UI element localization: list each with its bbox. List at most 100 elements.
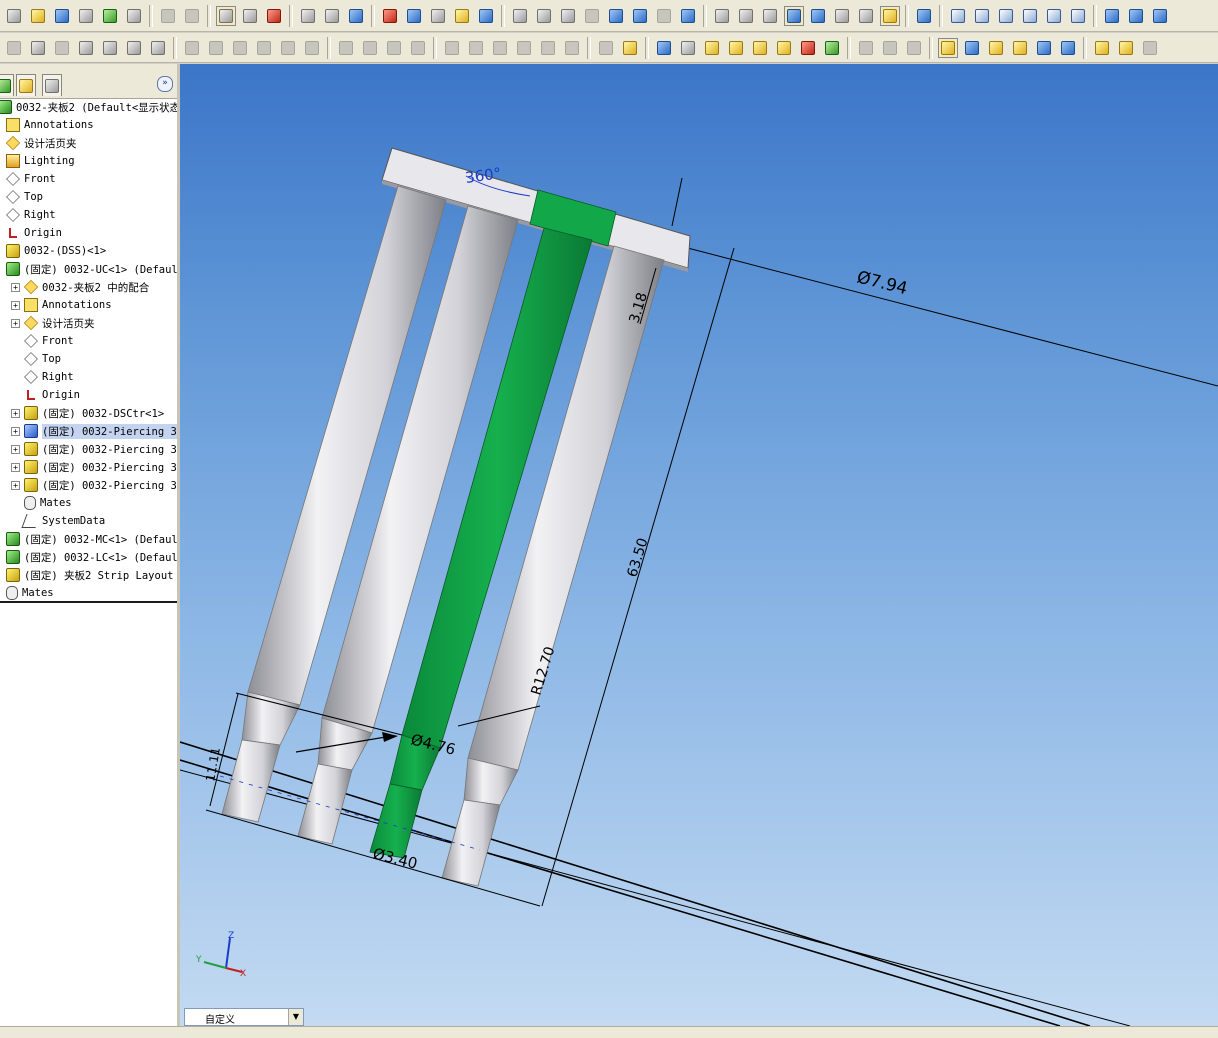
insert-bends-button[interactable] bbox=[76, 38, 96, 58]
3d-part-button[interactable] bbox=[380, 6, 400, 26]
draft-analysis-button[interactable] bbox=[278, 38, 298, 58]
scene-button[interactable] bbox=[1092, 38, 1112, 58]
feature-tree-item[interactable]: Top bbox=[6, 188, 43, 206]
feature-tree-item[interactable]: Origin bbox=[6, 224, 62, 242]
cavity-button[interactable] bbox=[408, 38, 428, 58]
end-cap-button[interactable] bbox=[514, 38, 534, 58]
feature-tree-item[interactable]: + Annotations bbox=[11, 296, 112, 314]
feature-tree-item[interactable]: Mates bbox=[11, 494, 72, 512]
expand-toggle-icon[interactable]: + bbox=[11, 318, 20, 328]
feature-tree-item[interactable]: + (固定) 0032-Piercing 3 bbox=[11, 422, 177, 440]
hide-show-button[interactable] bbox=[856, 38, 876, 58]
feature-tree-item[interactable]: (固定) 夹板2 Strip Layout bbox=[6, 566, 173, 584]
connector-button[interactable] bbox=[798, 38, 818, 58]
graphics-viewport[interactable]: 360° Ø7.94 3.18 63.50 R12.70 Ø4.76 Ø3.40… bbox=[180, 64, 1218, 1026]
front-view-button[interactable] bbox=[948, 6, 968, 26]
feature-tree-item[interactable]: (固定) 0032-UC<1> (Defaul bbox=[6, 260, 177, 278]
sketch-button[interactable] bbox=[322, 6, 342, 26]
base-flange-button[interactable] bbox=[28, 38, 48, 58]
feature-tree-item[interactable]: (固定) 0032-MC<1> (Defaul bbox=[6, 530, 177, 548]
rollback-bar[interactable] bbox=[0, 601, 177, 603]
edge-flange-button[interactable] bbox=[52, 38, 72, 58]
core-button[interactable] bbox=[254, 38, 274, 58]
open-folder-button[interactable] bbox=[28, 6, 48, 26]
weldment-button[interactable] bbox=[442, 38, 462, 58]
expand-toggle-icon[interactable]: + bbox=[11, 480, 20, 490]
redo-button[interactable] bbox=[182, 6, 202, 26]
realview-button[interactable] bbox=[856, 6, 876, 26]
structural-member-button[interactable] bbox=[466, 38, 486, 58]
expand-toggle-icon[interactable]: + bbox=[11, 300, 20, 310]
wireframe-button[interactable] bbox=[712, 6, 732, 26]
camera-button[interactable] bbox=[1140, 38, 1160, 58]
feature-tree-item[interactable]: 0032-夹板2 (Default<显示状态 bbox=[0, 98, 177, 116]
component-properties-button[interactable] bbox=[678, 38, 698, 58]
fillet-bead-button[interactable] bbox=[562, 38, 582, 58]
bottom-view-button[interactable] bbox=[1068, 6, 1088, 26]
feature-tree-item[interactable]: SystemData bbox=[11, 512, 105, 530]
horizontal-scrollbar[interactable] bbox=[0, 1026, 1218, 1038]
expand-toggle-icon[interactable]: + bbox=[11, 282, 20, 292]
parting-line-button[interactable] bbox=[206, 38, 226, 58]
appearance-edit-button[interactable] bbox=[938, 37, 958, 58]
explode-button[interactable] bbox=[596, 38, 616, 58]
section-view-button[interactable] bbox=[832, 6, 852, 26]
rotate-button[interactable] bbox=[606, 6, 626, 26]
back-view-button[interactable] bbox=[972, 6, 992, 26]
traffic-light-button[interactable] bbox=[264, 6, 284, 26]
grid-button[interactable] bbox=[298, 6, 318, 26]
change-display-button[interactable] bbox=[904, 38, 924, 58]
shaded-with-edges-button[interactable] bbox=[784, 5, 804, 26]
print-preview-button[interactable] bbox=[76, 6, 96, 26]
feature-tree-item[interactable]: + (固定) 0032-Piercing 3 bbox=[11, 458, 177, 476]
expand-toggle-icon[interactable]: + bbox=[11, 462, 20, 472]
move-component-button[interactable] bbox=[124, 38, 144, 58]
pan-button[interactable] bbox=[630, 6, 650, 26]
feature-tree-item[interactable]: Front bbox=[6, 170, 56, 188]
tab-propertymanager[interactable] bbox=[16, 74, 36, 96]
feature-tree-item[interactable]: + 设计活页夹 bbox=[11, 314, 95, 332]
feature-tree-item[interactable]: 0032-(DSS)<1> bbox=[6, 242, 106, 260]
undo-button[interactable] bbox=[158, 6, 178, 26]
select-arrow-button[interactable] bbox=[216, 5, 236, 26]
shaded-button[interactable] bbox=[808, 6, 828, 26]
assembly-features-button[interactable] bbox=[620, 38, 640, 58]
smart-mates-button[interactable] bbox=[346, 6, 366, 26]
feature-tree-item[interactable]: 设计活页夹 bbox=[5, 134, 77, 152]
undercut-button[interactable] bbox=[302, 38, 322, 58]
decal-button[interactable] bbox=[1058, 38, 1078, 58]
zoom-selection-button[interactable] bbox=[582, 6, 602, 26]
feature-tree-item[interactable]: Top bbox=[11, 350, 61, 368]
shut-off-button[interactable] bbox=[230, 38, 250, 58]
appearance-copy-button[interactable] bbox=[962, 38, 982, 58]
sheet-metal-button[interactable] bbox=[4, 38, 24, 58]
fitting-button[interactable] bbox=[774, 38, 794, 58]
route-spline-button[interactable] bbox=[750, 38, 770, 58]
zoom-area-button[interactable] bbox=[534, 6, 554, 26]
feature-tree-item[interactable]: Origin bbox=[11, 386, 80, 404]
feature-tree-item[interactable]: Front bbox=[11, 332, 74, 350]
tab-configurationmanager[interactable] bbox=[42, 74, 62, 96]
transparency-button[interactable] bbox=[880, 38, 900, 58]
print-button[interactable] bbox=[124, 6, 144, 26]
configuration-combo[interactable]: 自定义 ▼ bbox=[184, 1008, 304, 1026]
feature-tree-item[interactable]: + (固定) 0032-Piercing 3 bbox=[11, 440, 177, 458]
bom-button[interactable] bbox=[654, 38, 674, 58]
properties-button[interactable] bbox=[428, 6, 448, 26]
view-orientation-button[interactable] bbox=[678, 6, 698, 26]
shadows-button[interactable] bbox=[880, 5, 900, 26]
roll-view-button[interactable] bbox=[654, 6, 674, 26]
chevron-down-icon[interactable]: ▼ bbox=[288, 1009, 303, 1025]
expand-panel-button[interactable]: » bbox=[157, 76, 173, 92]
tooling-split-button[interactable] bbox=[384, 38, 404, 58]
zoom-in-out-button[interactable] bbox=[558, 6, 578, 26]
isometric-view-button[interactable] bbox=[1102, 6, 1122, 26]
ruled-surface-button[interactable] bbox=[360, 38, 380, 58]
texture-button[interactable] bbox=[1034, 38, 1054, 58]
measure-button[interactable] bbox=[476, 6, 496, 26]
feature-tree-item[interactable]: Mates bbox=[6, 584, 54, 601]
feature-tree-item[interactable]: Lighting bbox=[6, 152, 75, 170]
help-button[interactable] bbox=[452, 6, 472, 26]
expand-toggle-icon[interactable]: + bbox=[11, 426, 20, 436]
select-filter-button[interactable] bbox=[240, 6, 260, 26]
